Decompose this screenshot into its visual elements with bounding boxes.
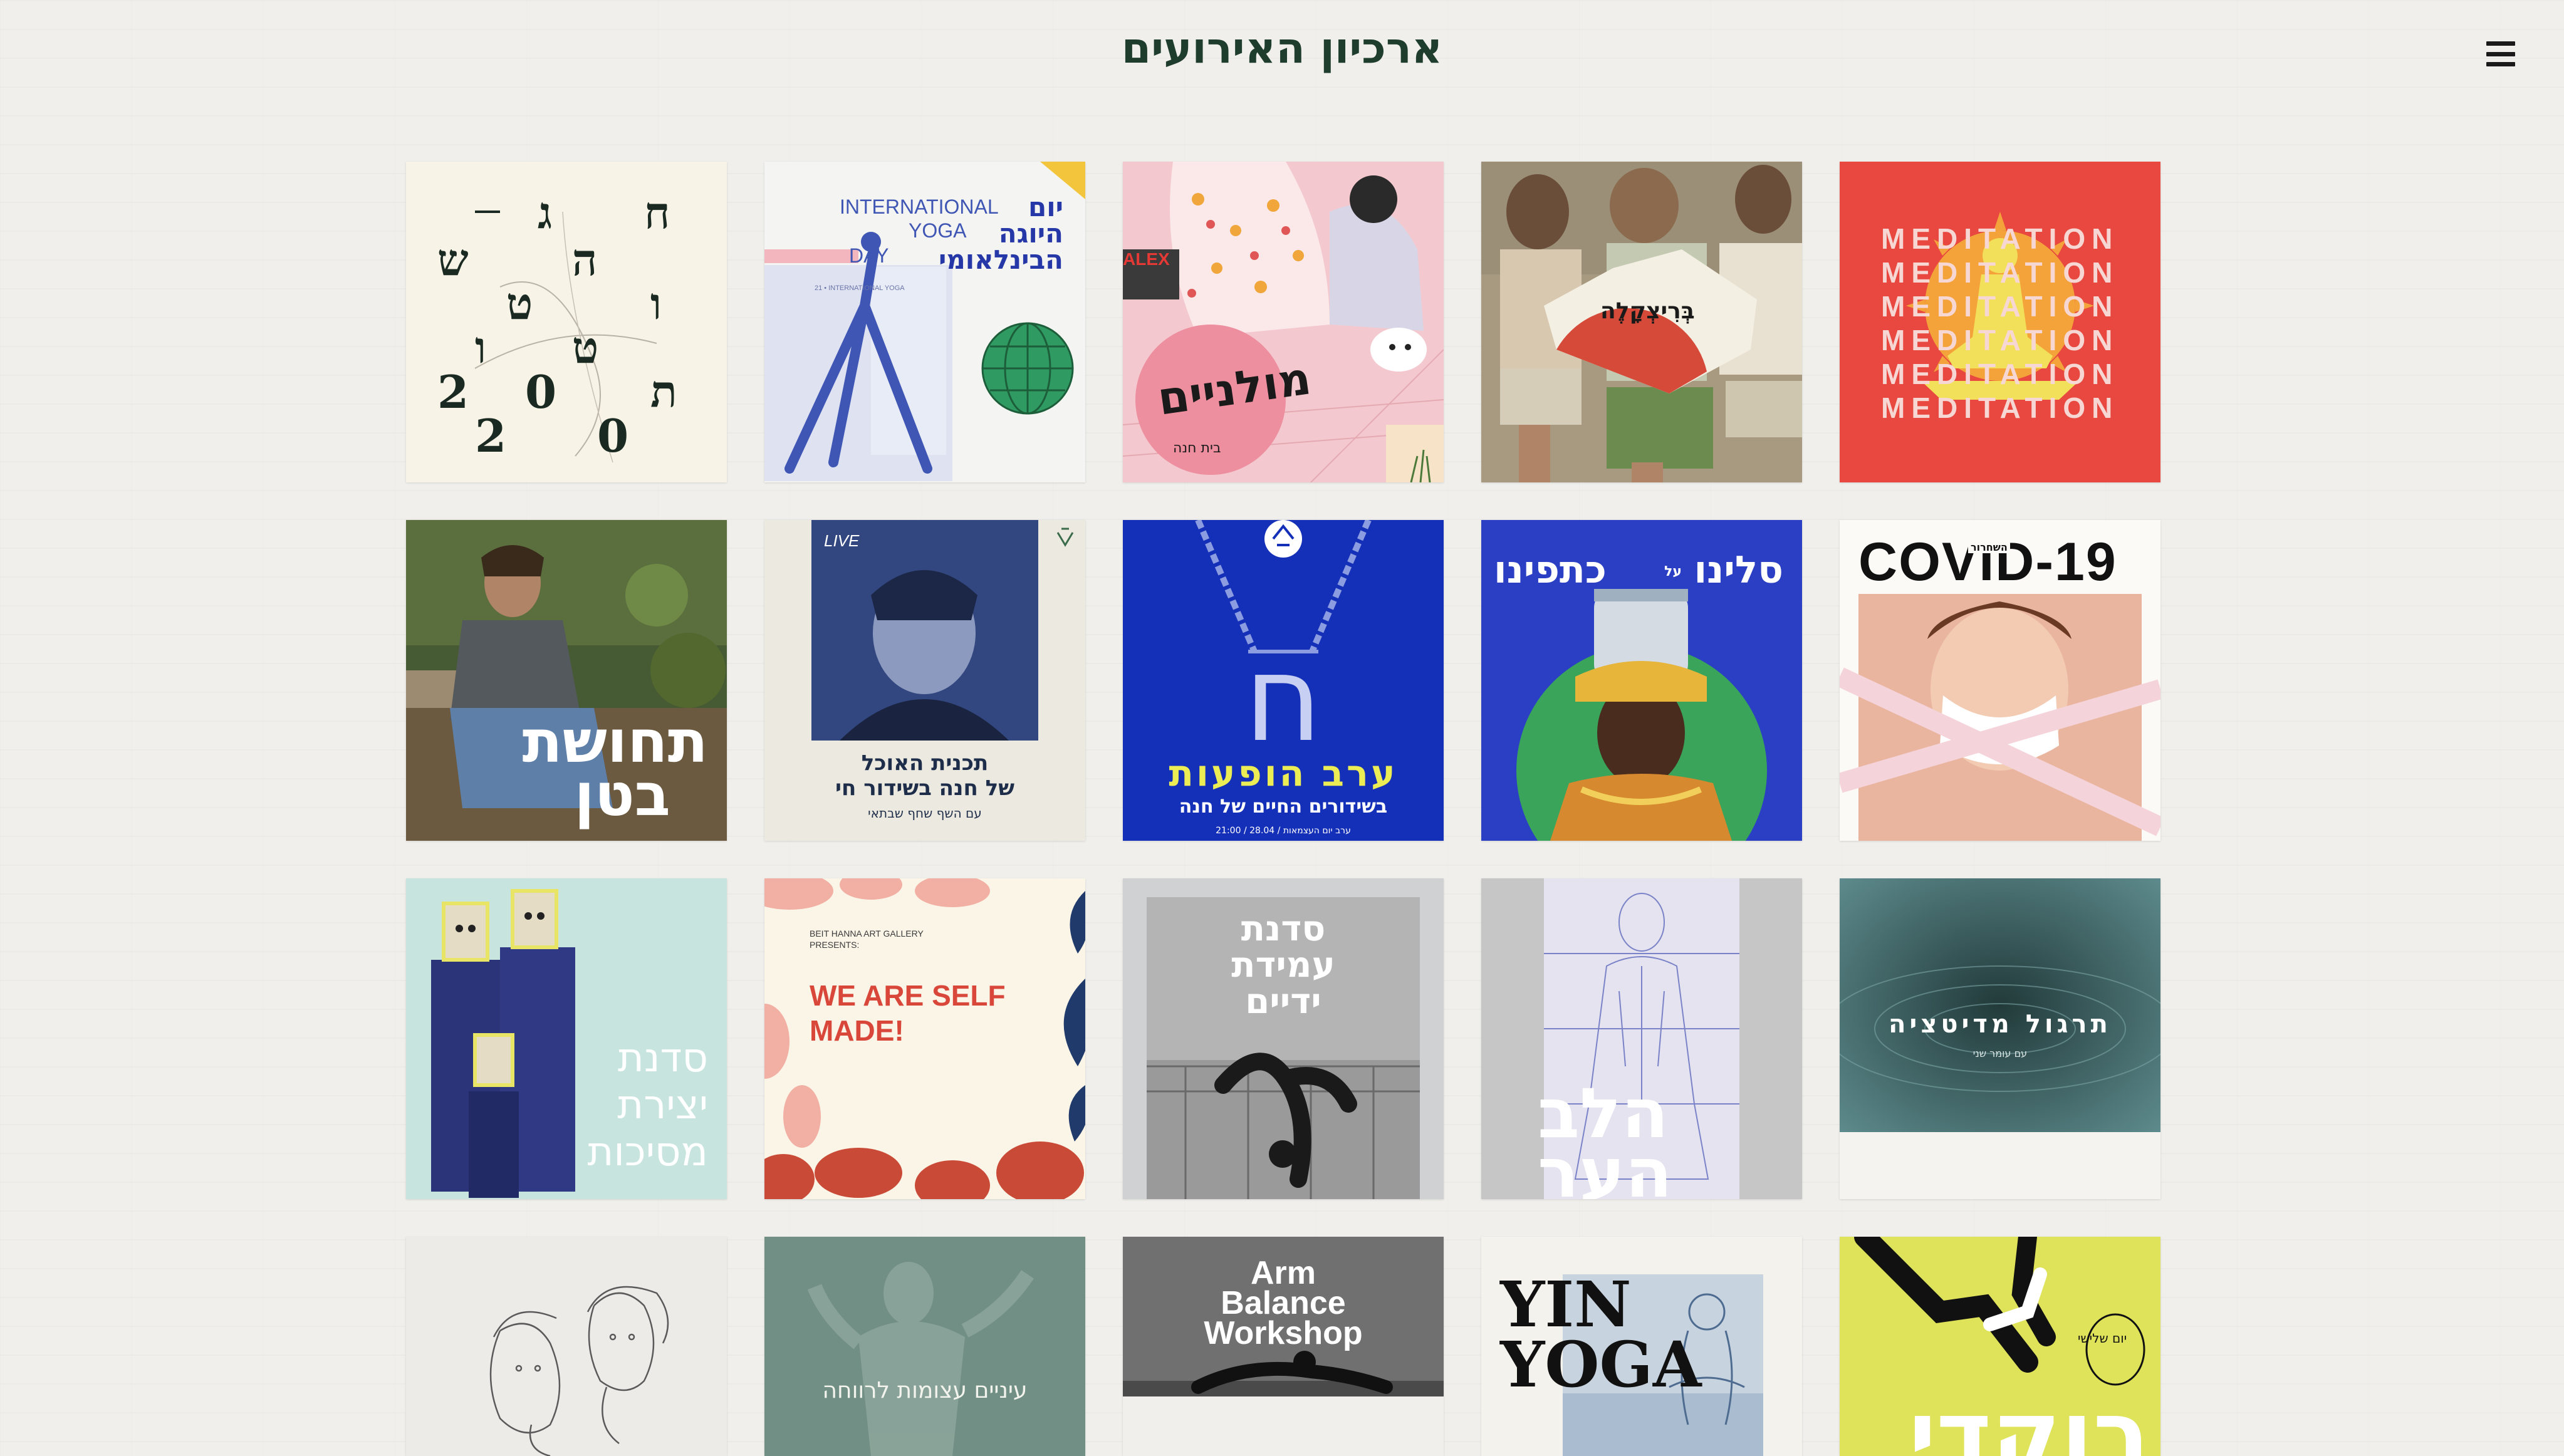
meditation-line: MEDITATION — [1881, 358, 2119, 390]
meditation-line: MEDITATION — [1881, 222, 2119, 255]
yoga-day-en-line: YOGA — [909, 219, 967, 242]
hagim-letter: ה — [572, 234, 598, 286]
hagim-artwork — [474, 211, 657, 463]
self-made-small2: PRESENTS: — [810, 940, 860, 950]
hagim-year-digit: 2 — [475, 409, 507, 462]
yoga-day-he-line: הבינלאומי — [938, 244, 1063, 275]
yoga-day-small-label: 21 • INTERNATIONAL YOGA — [815, 284, 905, 292]
self-made-small1: BEIT HANNA ART GALLERY — [810, 928, 924, 939]
event-card-handstand[interactable]: סדנת עמידת ידיים — [1123, 878, 1444, 1199]
food-program-line1: תכנית האוכל — [861, 751, 989, 776]
tchushat-line2: בטן — [574, 761, 670, 829]
hagim-year-digit: 0 — [525, 365, 557, 419]
rikudei-small: יום שלישי — [2078, 1331, 2127, 1346]
hagim-letter: ת — [650, 365, 677, 417]
hagim-letter: ט — [572, 321, 599, 373]
brizkale-title: בְּרִיצְקָלֶה — [1600, 298, 1695, 324]
chai-symbol: ח — [1244, 630, 1323, 768]
handstand-line3: ידיים — [1245, 981, 1321, 1022]
event-card-brizkale[interactable]: בְּרִיצְקָלֶה — [1481, 162, 1802, 482]
yoga-day-en-line: INTERNATIONAL — [840, 195, 999, 218]
mulaneim-subtitle: בית חנה — [1173, 440, 1221, 456]
salino-small: על — [1664, 564, 1682, 580]
faces-line-art — [406, 1237, 727, 1456]
hagim-letter: ח — [644, 187, 670, 239]
yin-yoga-line1: YIN — [1500, 1267, 1632, 1341]
hagim-letter: ג — [538, 187, 553, 239]
hagim-letter: ו — [475, 321, 486, 373]
hagim-year-digit: 2 — [437, 365, 469, 419]
event-card-meditation-practice[interactable]: תרגול מדיטציה עם עומר שני — [1840, 878, 2160, 1199]
event-card-self-made[interactable]: BEIT HANNA ART GALLERY PRESENTS: WE ARE … — [764, 878, 1085, 1199]
event-card-halev-haer[interactable]: הלב הער — [1481, 878, 1802, 1199]
self-made-title2: MADE! — [810, 1014, 904, 1047]
event-card-mulaneim[interactable]: ALEX מולניים בית חנה — [1123, 162, 1444, 482]
meditation-practice-title: תרגול מדיטציה — [1889, 1010, 2112, 1039]
handstand-line1: סדנת — [1241, 908, 1326, 949]
event-card-erev-hofaot[interactable]: ח ערב הופעות בשידורים החיים של חנה ערב י… — [1123, 520, 1444, 841]
covid-small: השחרור — [1968, 541, 2010, 553]
event-card-tchushat-beten[interactable]: תחושת בטן — [406, 520, 727, 841]
hagim-year-digit: 0 — [597, 409, 629, 462]
hagim-letter: ט — [506, 278, 533, 330]
meditation-text-stack: MEDITATION MEDITATION MEDITATION MEDITAT… — [1881, 222, 2118, 425]
netflix-label: ALEX — [1123, 249, 1170, 269]
hagim-letter: ו — [650, 278, 662, 330]
event-card-meditation[interactable]: MEDITATION MEDITATION MEDITATION MEDITAT… — [1840, 162, 2160, 482]
live-badge: LIVE — [824, 531, 860, 550]
covid-title: COVID-19 — [1858, 532, 2117, 592]
meditation-line: MEDITATION — [1881, 290, 2119, 323]
meditation-line: MEDITATION — [1881, 392, 2119, 424]
erev-hofaot-title: ערב הופעות — [1169, 752, 1398, 794]
event-card-rikudei[interactable]: יום שלישי רוקדי — [1840, 1237, 2160, 1456]
event-card-faces[interactable] — [406, 1237, 727, 1456]
arm-balance-line1: Arm — [1250, 1255, 1316, 1291]
event-card-arm-balance[interactable]: Arm Balance Workshop — [1123, 1237, 1444, 1456]
self-made-title1: WE ARE SELF — [810, 979, 1006, 1012]
rikudei-title: רוקדי — [1909, 1381, 2150, 1456]
event-card-sadnat-yetzira[interactable]: סדנת יצירת מסיכות — [406, 878, 727, 1199]
events-grid: ח ג ש ה ו ט ט ו ת 2 0 2 0 INTERNATIONAL … — [0, 0, 2564, 1456]
event-card-hagim-2020[interactable]: ח ג ש ה ו ט ט ו ת 2 0 2 0 — [406, 162, 727, 482]
food-program-line2: של חנה בשידור חי — [835, 776, 1014, 801]
mulaneim-artwork — [1123, 162, 1444, 482]
event-card-yin-yoga[interactable]: YIN YOGA — [1481, 1237, 1802, 1456]
arm-balance-line2: Balance — [1221, 1285, 1346, 1321]
meditation-line: MEDITATION — [1881, 324, 2119, 356]
meditation-practice-subtitle: עם עומר שני — [1973, 1048, 2028, 1059]
halev-line2: הער — [1538, 1133, 1673, 1199]
sadnat-yetzira-line3: מסיכות — [587, 1129, 708, 1175]
eyes-closed-artwork — [764, 1237, 1085, 1456]
salino-title2: כתפינו — [1494, 548, 1607, 592]
sadnat-yetzira-line1: סדנת — [617, 1035, 708, 1081]
hagim-letter: ש — [437, 234, 469, 286]
salino-title: סלינו — [1694, 548, 1783, 592]
eyes-closed-title: עיניים עצומות לרווחה — [822, 1378, 1028, 1403]
meditation-practice-artwork — [1840, 878, 2160, 1199]
tchushat-beten-artwork — [406, 520, 727, 841]
event-card-covid[interactable]: COVID-19 השחרור — [1840, 520, 2160, 841]
arm-balance-line3: Workshop — [1204, 1315, 1363, 1351]
food-program-line3: עם השף שחף שבתאי — [868, 806, 982, 821]
event-card-yoga-day[interactable]: INTERNATIONAL YOGA DAY יום היוגה הבינלאו… — [764, 162, 1085, 482]
handstand-line2: עמידת — [1231, 945, 1335, 985]
yin-yoga-line2: YOGA — [1500, 1328, 1702, 1401]
erev-hofaot-footer: ערב יום העצמאות / 28.04 / 21:00 — [1216, 826, 1351, 836]
event-card-salino[interactable]: סלינו על כתפינו — [1481, 520, 1802, 841]
yoga-day-en-line: DAY — [849, 244, 889, 267]
sadnat-yetzira-line2: יצירת — [617, 1082, 708, 1128]
erev-hofaot-subtitle: בשידורים החיים של חנה — [1179, 796, 1388, 818]
event-card-eyes-closed[interactable]: עיניים עצומות לרווחה — [764, 1237, 1085, 1456]
meditation-line: MEDITATION — [1881, 256, 2119, 289]
event-card-food-program[interactable]: LIVE תכנית האוכל של חנה בשידור חי עם השף… — [764, 520, 1085, 841]
